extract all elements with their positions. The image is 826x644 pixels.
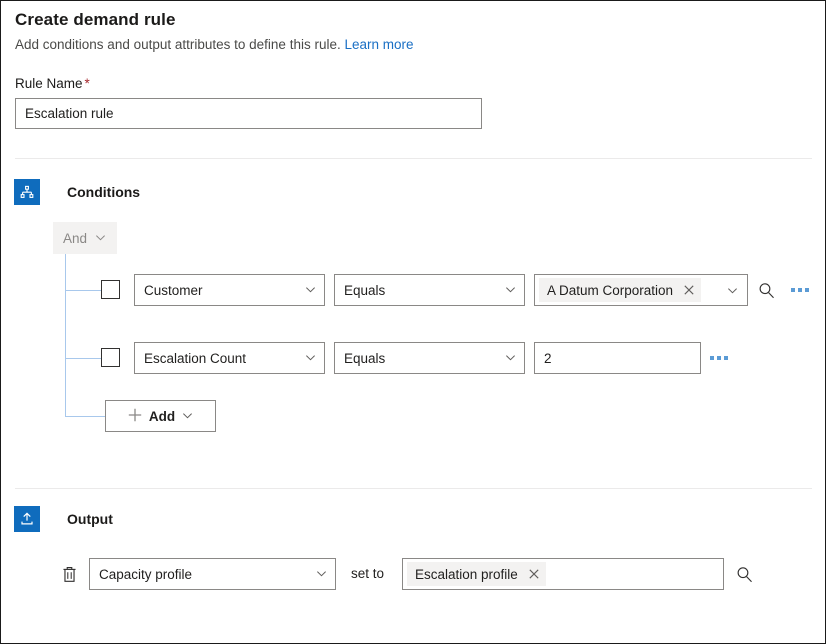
selected-value-tag: A Datum Corporation: [539, 278, 701, 302]
condition-attribute-value: Customer: [144, 283, 299, 298]
delete-icon[interactable]: [57, 560, 81, 588]
logic-operator-dropdown[interactable]: And: [53, 222, 117, 254]
learn-more-link[interactable]: Learn more: [344, 37, 413, 52]
condition-attribute-dropdown[interactable]: Customer: [134, 274, 325, 306]
divider-output: [15, 488, 812, 489]
chevron-down-icon[interactable]: [721, 277, 743, 303]
add-condition-label: Add: [149, 409, 175, 424]
ellipsis-dots: [791, 288, 809, 292]
selected-value-tag-label: A Datum Corporation: [547, 283, 673, 298]
tree-branch-line: [65, 358, 105, 359]
condition-operator-dropdown[interactable]: Equals: [334, 342, 525, 374]
page-subtitle: Add conditions and output attributes to …: [15, 37, 414, 52]
condition-attribute-dropdown[interactable]: Escalation Count: [134, 342, 325, 374]
condition-operator-value: Equals: [344, 283, 499, 298]
condition-operator-value: Equals: [344, 351, 499, 366]
logic-operator-label: And: [63, 231, 87, 246]
hierarchy-icon: [14, 179, 40, 205]
dialog-body: Create demand rule Add conditions and ou…: [1, 1, 825, 643]
search-icon[interactable]: [753, 277, 779, 303]
chevron-down-icon: [505, 283, 516, 298]
selected-value-tag: Escalation profile: [407, 562, 546, 586]
output-connector-label: set to: [351, 566, 384, 581]
tree-branch-line: [65, 416, 106, 417]
required-asterisk: *: [85, 76, 90, 91]
condition-select-checkbox[interactable]: [101, 280, 120, 299]
condition-value-text-input[interactable]: 2: [534, 342, 701, 374]
condition-value-lookup-field[interactable]: A Datum Corporation: [534, 274, 748, 306]
selected-value-tag-label: Escalation profile: [415, 567, 518, 582]
page-subtitle-text: Add conditions and output attributes to …: [15, 37, 341, 52]
divider-conditions: [15, 158, 812, 159]
condition-attribute-value: Escalation Count: [144, 351, 299, 366]
chevron-down-icon: [182, 409, 193, 424]
chevron-down-icon: [316, 567, 327, 582]
tree-vertical-line: [65, 254, 66, 416]
condition-operator-dropdown[interactable]: Equals: [334, 274, 525, 306]
create-demand-rule-dialog: Create demand rule Add conditions and ou…: [0, 0, 826, 644]
chevron-down-icon: [95, 231, 106, 246]
conditions-section-header: Conditions: [14, 179, 140, 205]
ellipsis-dots: [710, 356, 728, 360]
output-section-title: Output: [67, 511, 113, 527]
add-condition-button[interactable]: Add: [105, 400, 216, 432]
output-attribute-value: Capacity profile: [99, 567, 310, 582]
rule-name-label-text: Rule Name: [15, 76, 83, 91]
rule-name-label: Rule Name*: [15, 76, 90, 91]
more-options-icon[interactable]: [706, 345, 732, 371]
search-icon[interactable]: [731, 561, 757, 587]
output-value-lookup-field[interactable]: Escalation profile: [402, 558, 724, 590]
output-section-header: Output: [14, 506, 113, 532]
chevron-down-icon: [505, 351, 516, 366]
rule-name-input[interactable]: [15, 98, 482, 129]
close-icon[interactable]: [679, 279, 699, 301]
more-options-icon[interactable]: [787, 277, 813, 303]
page-title: Create demand rule: [15, 10, 176, 30]
chevron-down-icon: [305, 351, 316, 366]
conditions-section-title: Conditions: [67, 184, 140, 200]
tree-branch-line: [65, 290, 105, 291]
plus-icon: [128, 408, 142, 425]
close-icon[interactable]: [524, 563, 544, 585]
condition-select-checkbox[interactable]: [101, 348, 120, 367]
chevron-down-icon: [305, 283, 316, 298]
upload-icon: [14, 506, 40, 532]
output-attribute-dropdown[interactable]: Capacity profile: [89, 558, 336, 590]
